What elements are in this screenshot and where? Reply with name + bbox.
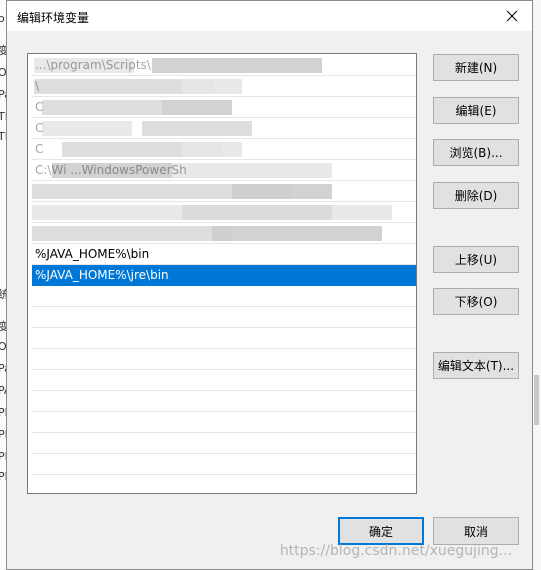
redaction-blur: [182, 205, 332, 220]
path-list-item-text: C:\Wi ...WindowsPowerSh: [35, 163, 187, 177]
redaction-blur: [152, 58, 322, 73]
path-list-item[interactable]: [32, 181, 416, 202]
redaction-blur: [142, 121, 252, 136]
dialog-title: 编辑环境变量: [17, 11, 90, 25]
redaction-blur: [32, 226, 232, 241]
path-list-item[interactable]: C: [32, 118, 416, 139]
path-list-item[interactable]: \: [32, 76, 416, 97]
path-list-item[interactable]: %JAVA_HOME%\bin: [32, 244, 416, 265]
path-list-item-text: C: [35, 121, 44, 135]
redaction-blur: [182, 142, 242, 157]
background-window-right: [532, 0, 541, 570]
title-bar: 编辑环境变量: [7, 1, 532, 31]
path-list-item[interactable]: [32, 370, 416, 391]
redaction-blur: [162, 100, 232, 115]
path-list-item[interactable]: ...\program\Scripts\: [32, 55, 416, 76]
cancel-button[interactable]: 取消: [433, 517, 519, 545]
path-list-item[interactable]: C: [32, 139, 416, 160]
path-list-item[interactable]: [32, 391, 416, 412]
path-list-item[interactable]: C:\Wi ...WindowsPowerSh: [32, 160, 416, 181]
path-list-item-text: \: [35, 79, 40, 93]
path-list-item-text: %JAVA_HOME%\bin: [35, 247, 150, 261]
path-list-item-selected[interactable]: %JAVA_HOME%\jre\bin: [32, 265, 416, 286]
path-list-item[interactable]: [32, 223, 416, 244]
edit-text-button[interactable]: 编辑文本(T)...: [433, 352, 519, 379]
path-list[interactable]: ...\program\Scripts\ \ C C C C:\Wi ...Windows…: [27, 53, 417, 494]
path-list-item[interactable]: [32, 286, 416, 307]
edit-button[interactable]: 编辑(E): [433, 97, 519, 124]
new-button[interactable]: 新建(N): [433, 54, 519, 81]
close-icon: [506, 10, 518, 22]
redaction-blur: [212, 226, 382, 241]
ok-button[interactable]: 确定: [338, 517, 424, 545]
path-list-item[interactable]: [32, 202, 416, 223]
background-scrollbar-thumb: [534, 375, 539, 425]
move-down-button[interactable]: 下移(O): [433, 288, 519, 315]
edit-environment-variable-dialog: 编辑环境变量 ...\program\Scripts\ \ C C C C:\Wi ...…: [6, 0, 533, 570]
redaction-blur: [172, 163, 332, 178]
watermark: https://blog.csdn.net/xuegujing...: [279, 543, 512, 559]
close-button[interactable]: [492, 1, 532, 31]
redaction-blur: [232, 184, 332, 199]
redaction-blur: [42, 100, 162, 115]
path-list-item[interactable]: [32, 412, 416, 433]
path-list-item[interactable]: [32, 328, 416, 349]
path-list-item-text: C: [35, 142, 44, 156]
path-list-item-text: ...\program\Scripts\: [35, 58, 151, 72]
path-list-item[interactable]: C: [32, 97, 416, 118]
path-list-item[interactable]: [32, 433, 416, 454]
path-list-item-text: C: [35, 100, 44, 114]
path-list-item[interactable]: [32, 349, 416, 370]
path-list-item-text: %JAVA_HOME%\jre\bin: [35, 268, 169, 282]
redaction-blur: [182, 79, 242, 94]
path-list-item[interactable]: [32, 454, 416, 475]
delete-button[interactable]: 删除(D): [433, 182, 519, 209]
redaction-blur: [42, 121, 132, 136]
path-list-item[interactable]: [32, 307, 416, 328]
background-text-fragment: o: [0, 12, 5, 25]
move-up-button[interactable]: 上移(U): [433, 246, 519, 273]
browse-button[interactable]: 浏览(B)...: [433, 139, 519, 166]
